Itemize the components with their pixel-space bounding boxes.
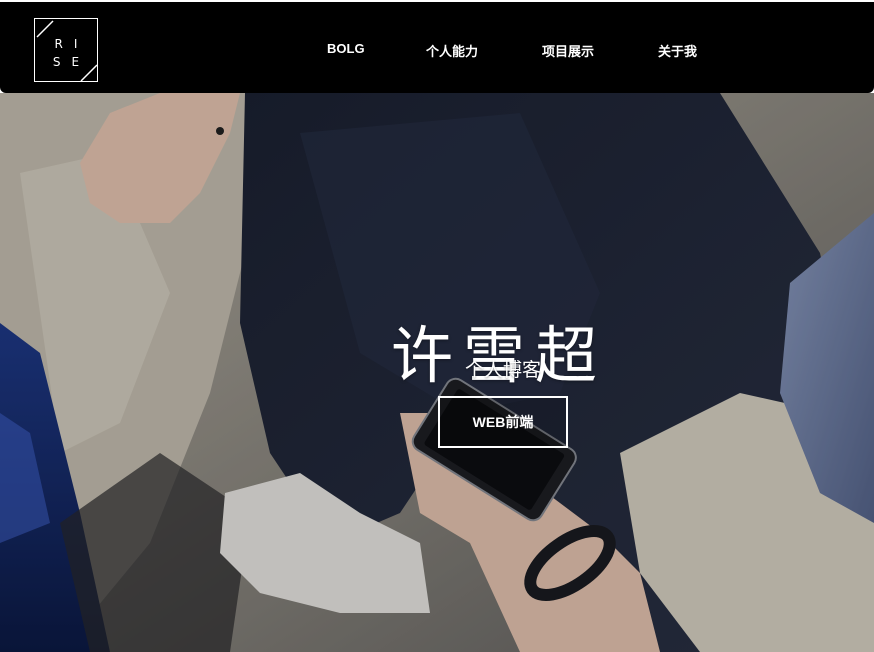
logo-letters-bottom: S E xyxy=(35,55,97,69)
logo-letter: R xyxy=(54,37,63,51)
logo-letter: I xyxy=(73,37,78,51)
web-frontend-button[interactable]: WEB前端 xyxy=(438,396,568,448)
logo-letter: S xyxy=(52,55,61,69)
nav-link-projects[interactable]: 项目展示 xyxy=(542,41,594,60)
top-navbar: R I S E BOLG 个人能力 项目展示 关于我 xyxy=(0,2,874,93)
logo-letters-top: R I xyxy=(35,37,97,51)
hero-banner: 许雪超 个人博客 WEB前端 xyxy=(0,93,874,652)
nav-link-abilities[interactable]: 个人能力 xyxy=(426,41,478,60)
logo-diagonal-lines-icon xyxy=(36,20,98,82)
hero-subtitle: 个人博客 xyxy=(464,360,541,381)
logo-letter: E xyxy=(71,55,80,69)
nav-link-about[interactable]: 关于我 xyxy=(658,41,697,60)
nav-link-blog[interactable]: BOLG xyxy=(327,41,365,56)
rise-logo[interactable]: R I S E xyxy=(34,18,98,82)
